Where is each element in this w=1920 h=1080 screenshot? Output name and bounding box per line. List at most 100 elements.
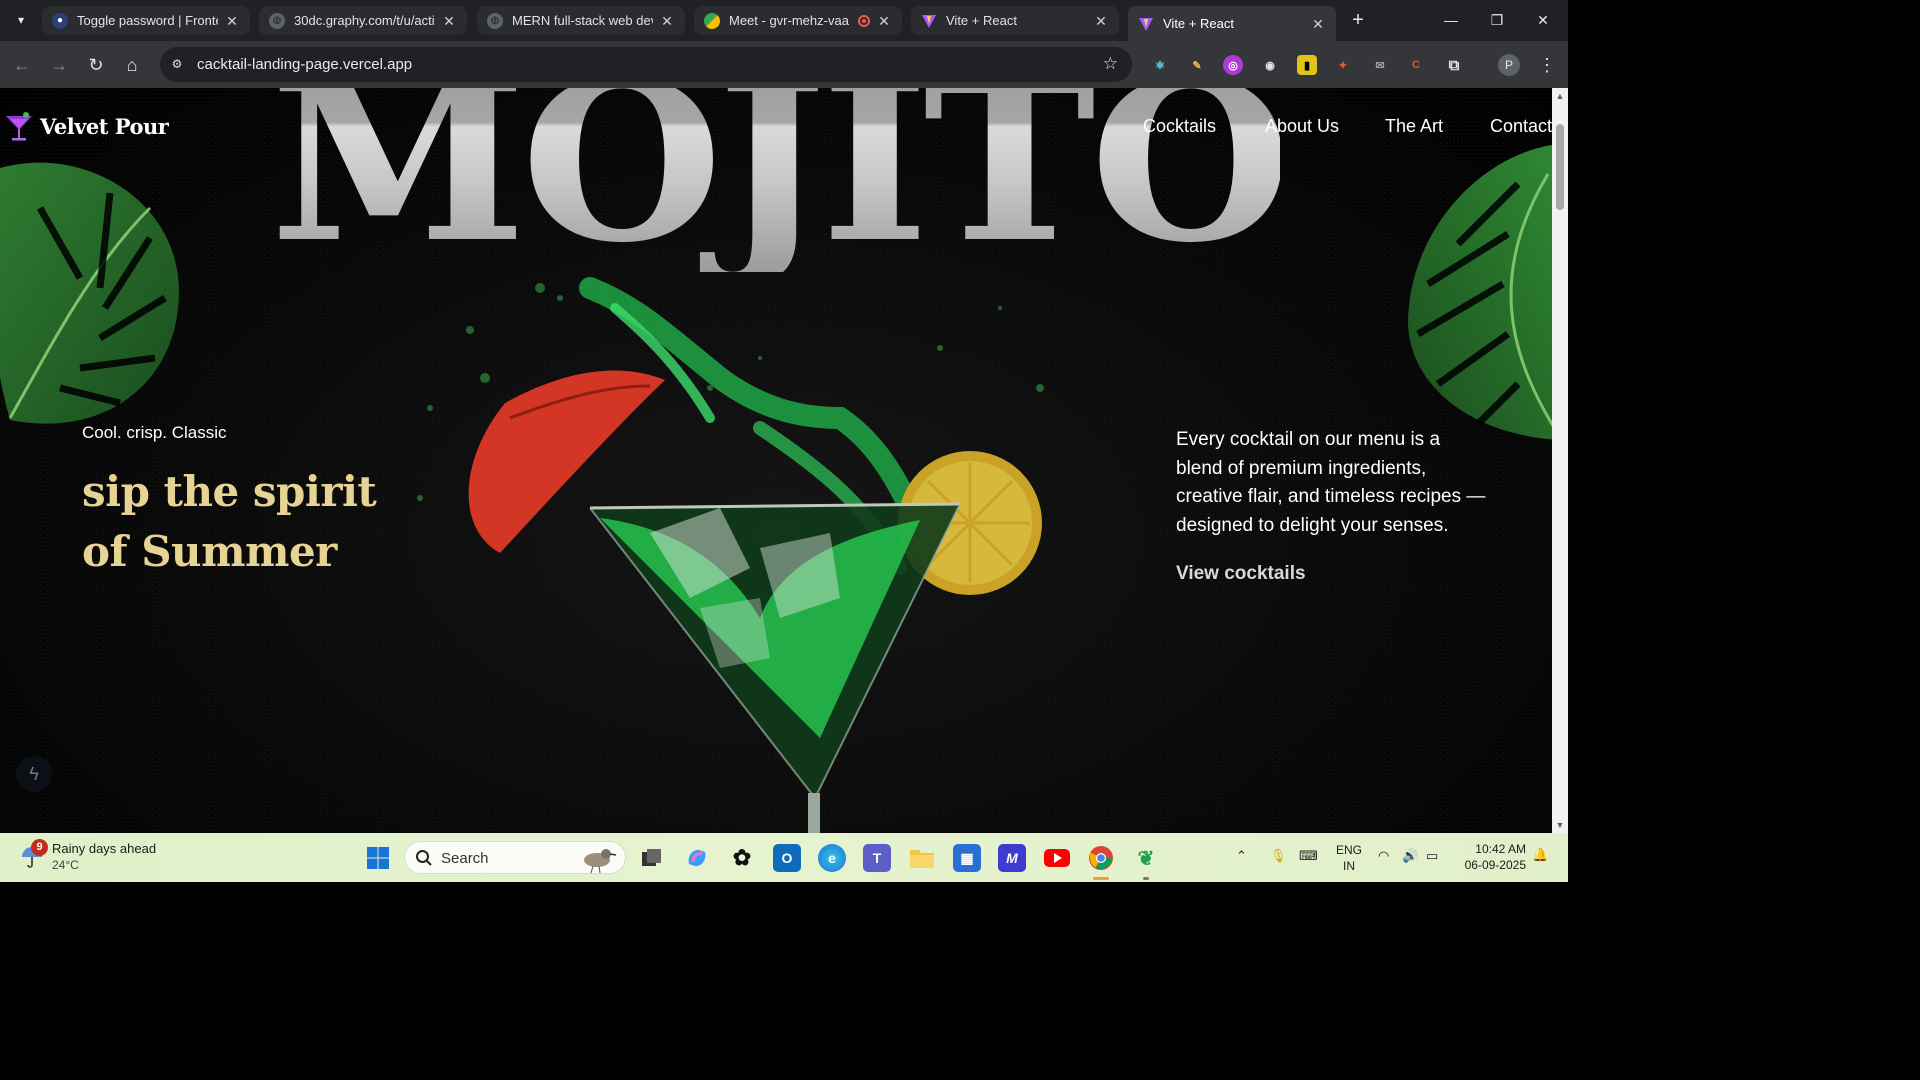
browser-toolbar: ← → ↻ ⌂ ⚙ cacktail-landing-page.vercel.a… [0,41,1568,88]
menu-icon[interactable]: ⋮ [1538,53,1556,77]
frontend-favicon-icon: ● [52,12,68,29]
browser-tab[interactable]: ● Toggle password | Frontend ✕ [42,6,250,35]
close-tab-icon[interactable]: ✕ [441,13,457,29]
site-info-icon[interactable]: ⚙ [168,55,186,73]
reload-icon[interactable]: ↻ [83,52,109,78]
clock-time: 10:42 AM [1475,842,1526,856]
microsoft-store-icon[interactable]: ▦ [953,844,981,872]
scrollbar-thumb[interactable] [1556,124,1564,210]
volume-icon[interactable]: 🔊 [1402,848,1418,864]
wifi-icon[interactable]: ◠ [1378,848,1389,864]
nav-link-cocktails[interactable]: Cocktails [1143,116,1216,137]
teams-icon[interactable]: T [863,844,891,872]
bookmark-star-icon[interactable]: ☆ [1103,54,1118,74]
close-tab-icon[interactable]: ✕ [1093,13,1109,29]
search-label: Search [441,850,489,867]
close-window-icon[interactable]: ✕ [1528,8,1558,32]
back-icon[interactable]: ← [9,52,35,78]
browser-tab[interactable]: ◍ 30dc.graphy.com/t/u/activ ✕ [259,6,467,35]
lang-line: IN [1343,859,1355,873]
taskbar-clock[interactable]: 10:42 AM 06-09-2025 [1450,841,1526,873]
vscode-like-icon[interactable]: M [998,844,1026,872]
extension-icon[interactable]: ▮ [1297,55,1317,75]
scroll-down-icon[interactable]: ▼ [1555,820,1565,830]
chrome-icon[interactable] [1087,844,1115,872]
windows-start-icon[interactable] [364,844,392,872]
edge-icon[interactable]: e [818,844,846,872]
outlook-icon[interactable]: O [773,844,801,872]
nav-link-contact[interactable]: Contact [1490,116,1552,137]
hero-title: MOJITO [270,88,1292,272]
recording-icon [858,14,870,27]
nav-link-the-art[interactable]: The Art [1385,116,1443,137]
browser-tab[interactable]: Meet - gvr-mehz-vaa ✕ [694,6,902,35]
hero-description: Every cocktail on our menu is a blend of… [1176,429,1486,536]
globe-icon: ◍ [487,12,503,29]
leaf-app-icon[interactable]: ❦ [1132,844,1160,872]
close-tab-icon[interactable]: ✕ [659,13,675,29]
react-devtools-icon[interactable]: ⚛ [1150,55,1170,75]
show-hidden-icons-icon[interactable]: ⌃ [1236,848,1247,864]
tab-search-icon[interactable]: ▾ [10,9,32,31]
page-scrollbar[interactable]: ▲ ▼ [1552,88,1568,833]
browser-tab-strip: ▾ ● Toggle password | Frontend ✕ ◍ 30dc.… [0,0,1568,41]
brand-logo-link[interactable]: Velvet Pour [4,110,169,142]
extension-icon[interactable]: ✦ [1333,55,1353,75]
keyboard-icon[interactable]: ⌨ [1299,848,1318,864]
notification-bell-icon[interactable]: 🔔 [1532,847,1548,863]
chatgpt-icon[interactable]: ✿ [728,844,756,872]
copilot-icon[interactable] [683,844,711,872]
mail-icon[interactable]: ✉ [1370,55,1390,75]
url-text[interactable]: cacktail-landing-page.vercel.app [197,56,412,73]
windows-taskbar: 9 Rainy days ahead 24°C Search ✿ O e T ▦… [0,833,1568,882]
cocktail-glass-image [417,277,1044,833]
microphone-icon[interactable]: 🎙 [1270,848,1287,864]
floating-lightning-icon[interactable]: ϟ [16,756,52,792]
browser-tab[interactable]: ◍ MERN full-stack web devel ✕ [477,6,685,35]
task-view-icon[interactable] [638,844,666,872]
headline-line: of Summer [82,527,337,576]
browser-tab-active[interactable]: Vite + React ✕ [1128,6,1336,41]
vite-icon [921,13,937,29]
battery-icon[interactable]: ▭ [1426,848,1438,864]
tab-title: Toggle password | Frontend [77,13,218,28]
target-icon[interactable]: ◉ [1260,55,1280,75]
weather-badge: 9 [31,839,48,856]
youtube-icon[interactable] [1043,844,1071,872]
minimize-icon[interactable]: — [1436,8,1466,32]
clock-date: 06-09-2025 [1464,858,1526,872]
new-tab-button[interactable]: + [1346,9,1370,33]
forward-icon[interactable]: → [46,52,72,78]
view-cocktails-link[interactable]: View cocktails [1176,563,1306,585]
tab-title: Vite + React [1163,16,1234,31]
language-indicator[interactable]: ENG IN [1336,842,1362,874]
vite-icon [1138,16,1154,32]
tab-title: Vite + React [946,13,1017,28]
extension-icon[interactable]: ◎ [1223,55,1243,75]
extension-icon[interactable]: C [1406,55,1426,75]
weather-title[interactable]: Rainy days ahead [52,841,156,856]
hero-tagline: Cool. crisp. Classic [82,423,227,442]
tab-title: 30dc.graphy.com/t/u/activ [294,13,435,28]
tab-title: Meet - gvr-mehz-vaa [729,13,849,28]
close-tab-icon[interactable]: ✕ [1310,16,1326,32]
nav-link-about-us[interactable]: About Us [1265,116,1339,137]
close-tab-icon[interactable]: ✕ [876,13,892,29]
hero-headline: sip the spirit of Summer [82,462,377,582]
browser-tab[interactable]: Vite + React ✕ [911,6,1119,35]
extensions-puzzle-icon[interactable]: ⧉ [1444,55,1464,75]
globe-icon: ◍ [269,12,285,29]
taskbar-search-box[interactable]: Search [404,841,626,874]
restore-icon[interactable]: ❐ [1482,8,1512,32]
file-explorer-icon[interactable] [908,844,936,872]
address-bar[interactable]: ⚙ cacktail-landing-page.vercel.app ☆ [160,47,1132,82]
home-icon[interactable]: ⌂ [119,52,145,78]
close-tab-icon[interactable]: ✕ [224,13,240,29]
color-picker-icon[interactable]: ✎ [1187,55,1207,75]
right-leaf-image [1408,145,1552,440]
weather-temperature: 24°C [52,858,79,872]
scroll-up-icon[interactable]: ▲ [1555,91,1565,101]
cocktail-logo-icon [6,112,32,141]
profile-avatar[interactable]: P [1498,54,1520,76]
brand-name: Velvet Pour [40,113,169,139]
